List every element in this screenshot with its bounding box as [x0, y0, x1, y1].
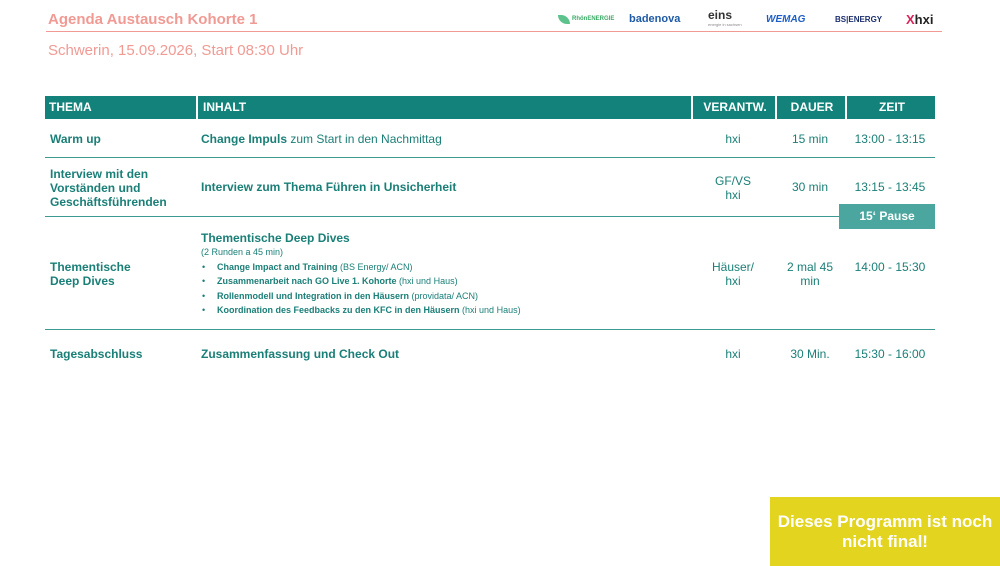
- row-verantwortlich: hxi: [725, 132, 741, 146]
- row-dauer: 30 min: [791, 180, 829, 194]
- row-verantwortlich: GF/VS hxi: [691, 174, 775, 202]
- badenova-logo: badenova: [629, 13, 681, 25]
- agenda-table: THEMA INHALT VERANTW. DAUER ZEIT Warm up…: [45, 96, 935, 361]
- list-item: Change Impact and Training (BS Energy/ A…: [201, 260, 521, 275]
- table-header: THEMA INHALT VERANTW. DAUER ZEIT: [45, 96, 935, 119]
- list-item-bold: Zusammenarbeit nach GO Live 1. Kohorte: [217, 276, 397, 287]
- row-inhalt-rest: zum Start in den Nachmittag: [287, 132, 442, 146]
- partner-logos: RhönENERGIE badenova eins energie in sac…: [558, 8, 942, 30]
- row-inhalt-title: Thementische Deep Dives: [201, 231, 350, 245]
- column-header-dauer: DAUER: [775, 96, 847, 119]
- row-inhalt-subtitle: (2 Runden a 45 min): [201, 247, 284, 257]
- draft-notice: Dieses Programm ist noch nicht final!: [770, 497, 1000, 566]
- hxi-logo-text: hxi: [914, 11, 934, 27]
- wemag-logo: WEMAG: [766, 13, 806, 25]
- row-thema: Warm up: [50, 132, 101, 146]
- column-header-inhalt: INHALT: [196, 96, 697, 119]
- list-item-bold: Koordination des Feedbacks zu den KFC in…: [217, 304, 460, 315]
- row-zeit: 13:15 - 13:45: [854, 180, 926, 194]
- row-inhalt-bold: Change Impuls: [201, 132, 288, 146]
- list-item-rest: (BS Energy/ ACN): [337, 262, 413, 272]
- bs-energy-logo: BS|ENERGY: [835, 14, 883, 24]
- list-item-rest: (hxi und Haus): [396, 276, 458, 287]
- list-item: Koordination des Feedbacks zu den KFC in…: [201, 303, 521, 318]
- list-item: Rollenmodell und Integration in den Häus…: [201, 289, 521, 304]
- dauer-text: 2 mal 45 min: [786, 260, 834, 288]
- row-zeit: 14:00 - 15:30: [854, 260, 926, 274]
- column-header-zeit: ZEIT: [845, 96, 937, 119]
- row-thema: Thementische Deep Dives: [50, 260, 131, 288]
- list-item-rest: (providata/ ACN): [409, 290, 479, 301]
- row-dauer: 30 Min.: [790, 347, 830, 361]
- rhonenergie-logo-text: RhönENERGIE: [572, 16, 615, 22]
- rhonenergie-logo: RhönENERGIE: [558, 8, 614, 30]
- row-verantwortlich: Häuser/ hxi: [691, 260, 775, 288]
- row-divider: [45, 157, 935, 158]
- page-subtitle: Schwerin, 15.09.2026, Start 08:30 Uhr: [48, 42, 304, 59]
- list-item-rest: (hxi und Haus): [459, 304, 521, 315]
- row-dauer: 15 min: [791, 132, 829, 146]
- hxi-x-icon: X: [906, 11, 915, 27]
- column-header-verantwortlich: VERANTW.: [691, 96, 777, 119]
- hxi-logo: Xhxi: [906, 8, 933, 30]
- row-inhalt: Zusammenfassung und Check Out: [201, 347, 400, 361]
- eins-logo-subtext: energie in sachsen: [708, 22, 742, 27]
- page-title: Agenda Austausch Kohorte 1: [48, 11, 258, 28]
- row-thema: Tagesabschluss: [50, 347, 143, 361]
- row-verantwortlich: hxi: [725, 347, 741, 361]
- row-zeit: 13:00 - 13:15: [854, 132, 926, 146]
- row-inhalt: Interview zum Thema Führen in Unsicherhe…: [201, 180, 457, 194]
- row-divider: [45, 329, 935, 330]
- row-zeit: 15:30 - 16:00: [854, 347, 926, 361]
- row-inhalt: Change Impuls zum Start in den Nachmitta…: [201, 132, 442, 146]
- row-dauer: 2 mal 45 min: [775, 260, 845, 288]
- deep-dive-list: Change Impact and Training (BS Energy/ A…: [201, 260, 521, 317]
- list-item-bold: Rollenmodell und Integration in den Häus…: [217, 290, 410, 301]
- list-item: Zusammenarbeit nach GO Live 1. Kohorte (…: [201, 274, 521, 289]
- leaf-icon: [558, 14, 570, 24]
- column-header-thema: THEMA: [49, 100, 92, 114]
- header-divider: [46, 31, 942, 32]
- pause-badge: 15‘ Pause: [839, 204, 935, 229]
- row-thema: Interview mit den Vorständen und Geschäf…: [50, 167, 167, 209]
- verantwortlich-text: Häuser/ hxi: [711, 260, 755, 288]
- row-divider: [45, 216, 935, 217]
- list-item-bold: Change Impact and Training: [217, 262, 338, 272]
- verantwortlich-text: GF/VS hxi: [714, 174, 751, 202]
